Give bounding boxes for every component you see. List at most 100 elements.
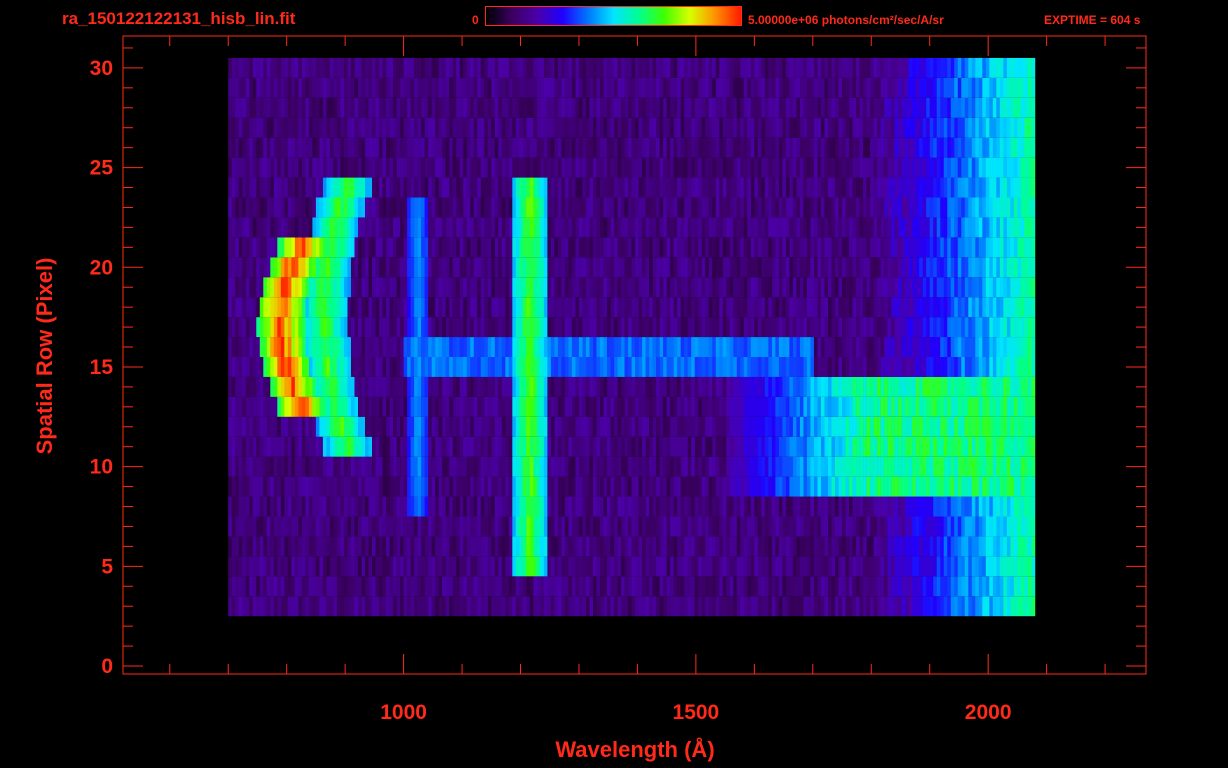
heatmap-cell (424, 496, 429, 517)
heatmap-cell (308, 576, 313, 597)
heatmap-cell (614, 356, 618, 377)
heatmap-cell (810, 257, 815, 278)
heatmap-cell (806, 496, 811, 517)
heatmap-cell (957, 556, 962, 577)
heatmap-cell (386, 356, 390, 377)
heatmap-cell (701, 596, 706, 617)
heatmap-cell (515, 556, 520, 577)
heatmap-cell (508, 596, 513, 617)
heatmap-cell (652, 317, 657, 338)
heatmap-cell (259, 297, 264, 318)
heatmap-cell (410, 396, 415, 417)
heatmap-cell (515, 496, 520, 517)
heatmap-cell (386, 476, 390, 497)
heatmap-cell (743, 516, 748, 537)
heatmap-cell (1024, 237, 1029, 258)
heatmap-cell (308, 476, 313, 497)
heatmap-cell (638, 436, 643, 457)
heatmap-cell (273, 317, 278, 338)
heatmap-cell (287, 356, 292, 377)
heatmap-cell (635, 476, 639, 497)
heatmap-cell (614, 456, 618, 477)
heatmap-cell (880, 337, 885, 357)
heatmap-cell (880, 516, 885, 537)
heatmap-cell (354, 317, 359, 338)
heatmap-cell (245, 277, 250, 298)
heatmap-cell (564, 277, 569, 298)
heatmap-cell (354, 257, 359, 278)
heatmap-cell (982, 416, 987, 437)
heatmap-cell (736, 297, 741, 318)
heatmap-cell (540, 337, 545, 357)
heatmap-cell (1013, 337, 1018, 357)
heatmap-cell (540, 297, 545, 318)
heatmap-cell (445, 436, 450, 457)
heatmap-cell (1024, 396, 1029, 417)
heatmap-cell (936, 297, 941, 318)
heatmap-cell (656, 177, 660, 198)
heatmap-cell (340, 516, 345, 537)
heatmap-cell (659, 217, 664, 238)
heatmap-cell (827, 576, 832, 597)
heatmap-cell (536, 217, 541, 238)
heatmap-cell (996, 476, 1001, 497)
heatmap-cell (575, 496, 580, 517)
heatmap-cell (680, 237, 685, 258)
heatmap-row (228, 317, 1036, 338)
heatmap-cell (985, 277, 990, 298)
heatmap-cell (729, 596, 734, 617)
heatmap-cell (571, 596, 576, 617)
heatmap-cell (712, 177, 717, 198)
heatmap-cell (887, 317, 892, 338)
heatmap-cell (494, 297, 499, 318)
heatmap-cell (943, 277, 948, 298)
heatmap-cell (245, 297, 250, 318)
heatmap-cell (491, 496, 496, 517)
heatmap-cell (305, 556, 310, 577)
heatmap-cell (891, 277, 895, 298)
heatmap-cell (673, 237, 678, 258)
heatmap-cell (852, 277, 857, 298)
heatmap-cell (831, 337, 836, 357)
heatmap-cell (684, 416, 688, 437)
heatmap-cell (298, 416, 303, 437)
heatmap-cell (866, 237, 871, 258)
heatmap-cell (729, 277, 734, 298)
heatmap-cell (827, 337, 832, 357)
heatmap-cell (333, 396, 338, 417)
heatmap-cell (273, 416, 278, 437)
heatmap-cell (277, 496, 282, 517)
heatmap-cell (813, 476, 818, 497)
heatmap-cell (915, 277, 920, 298)
heatmap-cell (915, 516, 920, 537)
heatmap-cell (550, 257, 555, 278)
heatmap-cell (322, 416, 327, 437)
heatmap-cell (933, 416, 938, 437)
heatmap-cell (663, 576, 667, 597)
heatmap-cell (887, 496, 892, 517)
heatmap-cell (512, 177, 517, 198)
heatmap-cell (301, 277, 306, 298)
heatmap-cell (1013, 596, 1018, 617)
heatmap-cell (368, 596, 373, 617)
heatmap-cell (407, 297, 411, 318)
heatmap-cell (750, 257, 755, 278)
heatmap-cell (792, 476, 797, 497)
heatmap-cell (252, 556, 257, 577)
heatmap-cell (936, 456, 941, 477)
heatmap-cell (480, 177, 485, 198)
heatmap-cell (252, 436, 257, 457)
heatmap-cell (540, 317, 545, 338)
heatmap-cell (912, 396, 916, 417)
heatmap-cell (487, 277, 492, 298)
heatmap-cell (677, 277, 681, 298)
heatmap-cell (1003, 237, 1008, 258)
heatmap-cell (824, 376, 829, 397)
heatmap-cell (806, 396, 811, 417)
heatmap-cell (585, 356, 590, 377)
heatmap-cell (957, 337, 962, 357)
heatmap-cell (989, 197, 994, 218)
heatmap-cell (1024, 217, 1029, 238)
heatmap-cell (365, 416, 369, 437)
heatmap-cell (578, 376, 583, 397)
